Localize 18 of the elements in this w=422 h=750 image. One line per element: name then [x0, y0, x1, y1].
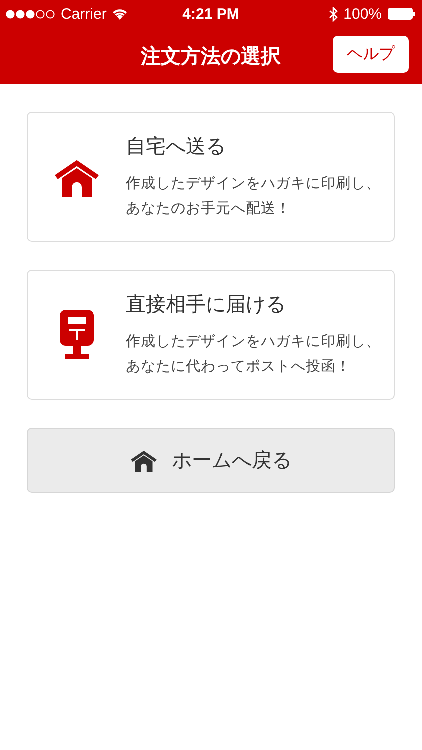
option-title: 自宅へ送る [126, 134, 227, 160]
option-title: 直接相手に届ける [126, 292, 287, 318]
screen-title: 注文方法の選択 [141, 44, 281, 70]
option-card[interactable]: 自宅へ送る 作成したデザインをハガキに印刷し、 あなたのお手元へ配送！ [27, 112, 395, 242]
option-description: 作成したデザインをハガキに印刷し、 あなたのお手元へ配送！ [126, 174, 381, 218]
carrier-label: Carrier [61, 6, 107, 22]
clock-time: 4:21 PM [182, 6, 240, 22]
battery-percent: 100% [344, 6, 382, 22]
option-description: 作成したデザインをハガキに印刷し、 あなたに代わってポストへ投函！ [126, 332, 381, 376]
house-icon [130, 448, 158, 472]
wifi-icon [112, 8, 128, 20]
battery-icon [388, 8, 416, 20]
signal-icon [6, 10, 56, 18]
home-button[interactable]: ホームへ戻る [27, 428, 395, 493]
help-button[interactable]: ヘルプ [333, 36, 409, 73]
postbox-icon [60, 310, 94, 360]
bluetooth-icon [328, 6, 338, 22]
option-card[interactable]: 直接相手に届ける 作成したデザインをハガキに印刷し、 あなたに代わってポストへ投函！ [27, 270, 395, 400]
